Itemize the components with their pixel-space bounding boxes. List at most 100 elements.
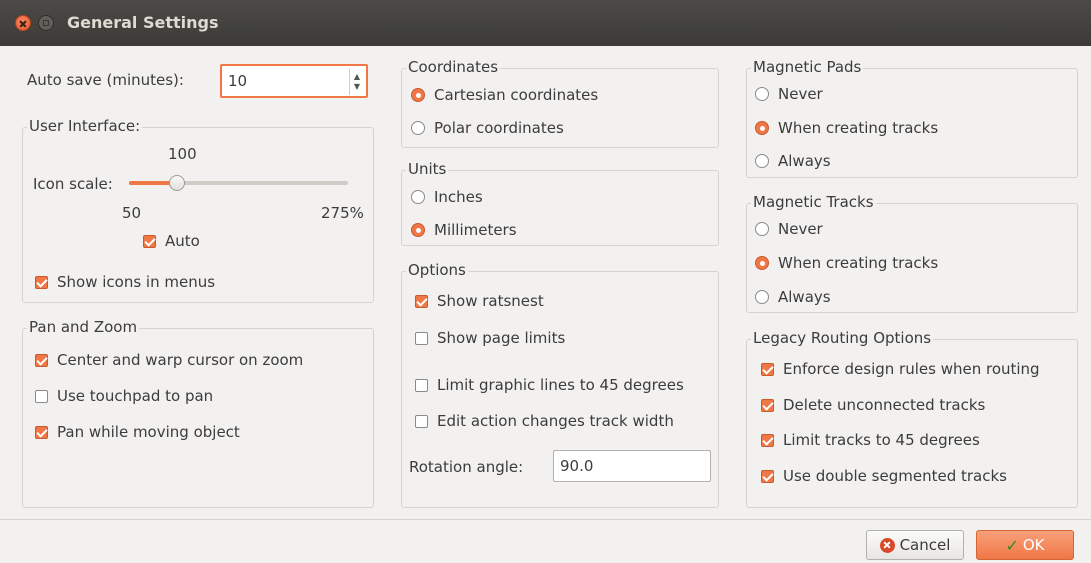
- icon-scale-label: Icon scale:: [33, 175, 113, 193]
- close-icon[interactable]: [15, 15, 31, 31]
- pads-never-radio[interactable]: [755, 87, 769, 101]
- options-item[interactable]: Show ratsnest: [415, 292, 544, 310]
- magnetic-pads-option[interactable]: Always: [755, 152, 831, 170]
- touchpad-checkbox[interactable]: [35, 389, 48, 403]
- legacy-routing-group: Legacy Routing Options Enforce design ru…: [746, 329, 1078, 508]
- magnetic-tracks-option[interactable]: When creating tracks: [755, 254, 938, 272]
- inches-label: Inches: [434, 188, 483, 206]
- spin-down-icon[interactable]: ▼: [354, 82, 360, 92]
- double-segmented-checkbox[interactable]: [761, 469, 774, 483]
- limit-lines-label: Limit graphic lines to 45 degrees: [437, 376, 684, 394]
- cancel-button[interactable]: Cancel: [866, 530, 964, 560]
- cartesian-label: Cartesian coordinates: [434, 86, 599, 104]
- units-option[interactable]: Inches: [411, 188, 483, 206]
- icon-scale-slider-handle[interactable]: [169, 175, 186, 191]
- magnetic-pads-option[interactable]: Never: [755, 85, 823, 103]
- ok-label: OK: [1022, 536, 1045, 554]
- spin-arrows[interactable]: ▲ ▼: [349, 69, 364, 95]
- tracks-creating-label: When creating tracks: [778, 254, 939, 272]
- pan-zoom-item[interactable]: Use touchpad to pan: [35, 387, 213, 405]
- magnetic-pads-group: Magnetic Pads Never When creating tracks…: [746, 58, 1078, 178]
- magnetic-tracks-option[interactable]: Always: [755, 288, 831, 306]
- pads-creating-radio[interactable]: [755, 121, 769, 135]
- legacy-routing-item[interactable]: Enforce design rules when routing: [761, 360, 1040, 378]
- tracks-always-label: Always: [778, 288, 831, 306]
- cartesian-radio[interactable]: [411, 88, 425, 102]
- pads-creating-label: When creating tracks: [778, 119, 939, 137]
- rotation-value: 90.0: [560, 457, 594, 475]
- legacy-routing-item[interactable]: Use double segmented tracks: [761, 467, 1007, 485]
- limit-tracks-checkbox[interactable]: [761, 433, 774, 447]
- rotation-angle-input[interactable]: 90.0: [553, 450, 711, 482]
- auto-checkbox[interactable]: [143, 234, 156, 248]
- delete-unconnected-checkbox[interactable]: [761, 398, 774, 412]
- footer-separator: [0, 519, 1091, 520]
- pads-always-radio[interactable]: [755, 154, 769, 168]
- legacy-routing-item[interactable]: Delete unconnected tracks: [761, 396, 985, 414]
- magnetic-pads-option[interactable]: When creating tracks: [755, 119, 938, 137]
- show-icons-label: Show icons in menus: [57, 273, 216, 291]
- legacy-routing-item[interactable]: Limit tracks to 45 degrees: [761, 431, 980, 449]
- millimeters-radio[interactable]: [411, 223, 425, 237]
- show-icons-checkbox[interactable]: [35, 275, 48, 289]
- pan-zoom-item[interactable]: Center and warp cursor on zoom: [35, 351, 303, 369]
- polar-radio[interactable]: [411, 121, 425, 135]
- spin-up-icon[interactable]: ▲: [354, 72, 360, 82]
- page-limits-checkbox[interactable]: [415, 331, 428, 345]
- auto-label: Auto: [165, 232, 200, 250]
- ratsnest-label: Show ratsnest: [437, 292, 544, 310]
- show-icons-checkbox-row[interactable]: Show icons in menus: [35, 273, 215, 291]
- inches-radio[interactable]: [411, 190, 425, 204]
- magnetic-tracks-option[interactable]: Never: [755, 220, 823, 238]
- pads-never-label: Never: [778, 85, 823, 103]
- coordinates-option[interactable]: Cartesian coordinates: [411, 86, 598, 104]
- pan-moving-checkbox[interactable]: [35, 425, 48, 439]
- ratsnest-checkbox[interactable]: [415, 294, 428, 308]
- units-group: Units Inches Millimeters: [401, 160, 719, 246]
- options-group: Options Show ratsnest Show page limits L…: [401, 261, 719, 508]
- edit-width-label: Edit action changes track width: [437, 412, 674, 430]
- window-title: General Settings: [67, 13, 219, 32]
- polar-label: Polar coordinates: [434, 119, 564, 137]
- tracks-never-radio[interactable]: [755, 222, 769, 236]
- tracks-never-label: Never: [778, 220, 823, 238]
- minimize-icon[interactable]: [38, 15, 54, 31]
- title-bar: General Settings: [0, 0, 1091, 46]
- pan-zoom-title: Pan and Zoom: [27, 318, 140, 336]
- page-limits-label: Show page limits: [437, 329, 566, 347]
- coordinates-title: Coordinates: [406, 58, 501, 76]
- user-interface-group: User Interface: 100 Icon scale: 50 275% …: [22, 117, 374, 303]
- autosave-value: 10: [228, 72, 248, 90]
- coordinates-group: Coordinates Cartesian coordinates Polar …: [401, 58, 719, 148]
- auto-checkbox-row[interactable]: Auto: [143, 232, 200, 250]
- pan-zoom-item[interactable]: Pan while moving object: [35, 423, 240, 441]
- pan-moving-label: Pan while moving object: [57, 423, 240, 441]
- rotation-label: Rotation angle:: [409, 458, 524, 476]
- enforce-rules-label: Enforce design rules when routing: [783, 360, 1040, 378]
- autosave-spinner[interactable]: 10 ▲ ▼: [220, 64, 368, 98]
- tracks-creating-radio[interactable]: [755, 256, 769, 270]
- icon-scale-value: 100: [168, 145, 197, 163]
- pads-always-label: Always: [778, 152, 831, 170]
- coordinates-option[interactable]: Polar coordinates: [411, 119, 564, 137]
- ok-button[interactable]: ✓ OK: [976, 530, 1074, 560]
- units-title: Units: [406, 160, 449, 178]
- magnetic-pads-title: Magnetic Pads: [751, 58, 864, 76]
- limit-tracks-label: Limit tracks to 45 degrees: [783, 431, 980, 449]
- options-title: Options: [406, 261, 468, 279]
- options-item[interactable]: Show page limits: [415, 329, 565, 347]
- magnetic-tracks-title: Magnetic Tracks: [751, 193, 876, 211]
- slider-max-label: 275%: [321, 204, 364, 222]
- limit-lines-checkbox[interactable]: [415, 378, 428, 392]
- options-item[interactable]: Edit action changes track width: [415, 412, 674, 430]
- units-option[interactable]: Millimeters: [411, 221, 517, 239]
- center-warp-checkbox[interactable]: [35, 353, 48, 367]
- cancel-label: Cancel: [899, 536, 951, 554]
- millimeters-label: Millimeters: [434, 221, 517, 239]
- magnetic-tracks-group: Magnetic Tracks Never When creating trac…: [746, 193, 1078, 313]
- edit-width-checkbox[interactable]: [415, 414, 428, 428]
- options-item[interactable]: Limit graphic lines to 45 degrees: [415, 376, 684, 394]
- icon-scale-slider[interactable]: [129, 175, 348, 191]
- enforce-rules-checkbox[interactable]: [761, 362, 774, 376]
- tracks-always-radio[interactable]: [755, 290, 769, 304]
